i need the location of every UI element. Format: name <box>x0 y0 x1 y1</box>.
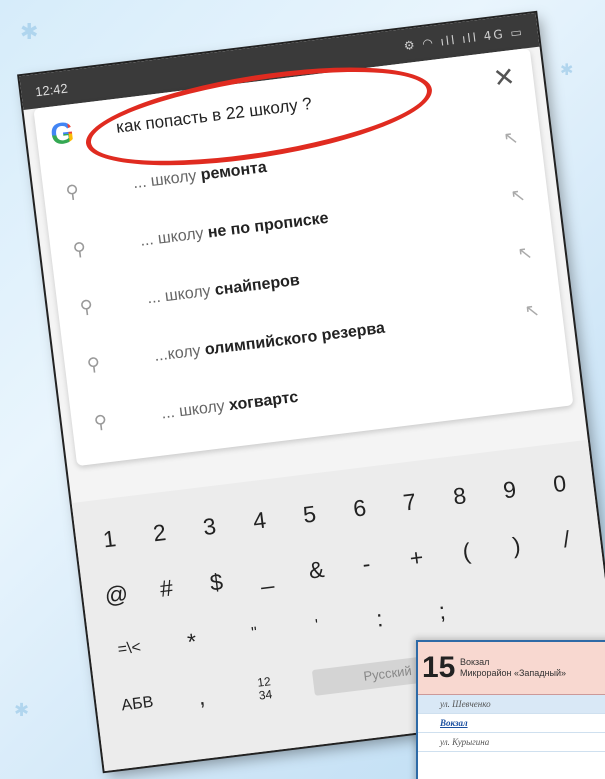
key-slash[interactable]: / <box>550 524 583 554</box>
key-underscore[interactable]: _ <box>250 561 283 591</box>
suggestion-text: ... школу ремонта <box>132 158 268 193</box>
key-asterisk[interactable]: * <box>175 626 208 656</box>
key-close-paren[interactable]: ) <box>500 530 533 560</box>
key-ampersand[interactable]: & <box>300 555 333 585</box>
suggestion-text: ... школу снайперов <box>146 271 301 308</box>
route-number: 15 <box>422 651 456 684</box>
key-comma[interactable]: , <box>185 681 218 711</box>
google-logo-icon: G <box>49 115 89 153</box>
key-6[interactable]: 6 <box>343 493 376 523</box>
status-time: 12:42 <box>34 80 69 99</box>
key-semicolon[interactable]: ; <box>426 596 459 626</box>
search-icon: ⚲ <box>78 295 95 319</box>
search-icon: ⚲ <box>92 410 109 434</box>
key-4[interactable]: 4 <box>243 505 276 535</box>
key-spacer <box>490 601 520 605</box>
key-plus[interactable]: + <box>400 542 433 572</box>
key-9[interactable]: 9 <box>493 474 526 504</box>
key-2[interactable]: 2 <box>143 517 176 547</box>
key-7[interactable]: 7 <box>393 487 426 517</box>
snowflake-icon: ✱ <box>560 60 574 79</box>
numpad-bottom: 34 <box>258 687 274 703</box>
route-endpoint-a: Вокзал <box>460 657 490 667</box>
route-endpoints: Вокзал Микрорайон «Западный» <box>460 657 566 679</box>
search-icon: ⚲ <box>85 353 102 376</box>
suggestion-text: ... школу не по прописке <box>139 209 330 250</box>
status-icons: ⚙ ◠ ıll ıll 4G ▭ <box>403 24 525 54</box>
key-0[interactable]: 0 <box>543 468 576 498</box>
stop-item: ул. Шевченко <box>418 695 605 714</box>
fill-query-arrow-icon[interactable]: ↖ <box>516 242 534 265</box>
search-icon: ⚲ <box>71 238 88 261</box>
close-icon[interactable]: ✕ <box>492 62 517 94</box>
stop-list: ул. Шевченко Вокзал ул. Курыгина <box>418 695 605 752</box>
stop-item: ул. Курыгина <box>418 733 605 752</box>
route-header: 15 Вокзал Микрорайон «Западный» <box>418 642 605 695</box>
snowflake-icon: ✱ <box>20 20 39 45</box>
route-endpoint-b: Микрорайон «Западный» <box>460 668 567 678</box>
key-hash[interactable]: # <box>150 573 183 603</box>
key-letters-toggle[interactable]: АБВ <box>121 694 155 716</box>
key-more-symbols[interactable]: =\< <box>113 638 145 660</box>
key-at[interactable]: @ <box>100 579 133 609</box>
key-spacer <box>552 594 582 598</box>
snowflake-icon: ✱ <box>14 700 30 721</box>
search-icon: ⚲ <box>64 180 81 203</box>
fill-query-arrow-icon[interactable]: ↖ <box>502 126 520 149</box>
fill-query-arrow-icon[interactable]: ↖ <box>509 184 527 207</box>
search-suggestions-card: G как попасть в 22 школу ? ✕ ⚲ ... школу… <box>33 47 574 467</box>
key-minus[interactable]: - <box>350 548 383 578</box>
suggestion-list: ⚲ ... школу ремонта ↖ ⚲ ... школу не по … <box>40 105 572 454</box>
suggestion-text: ... школу хогвартс <box>160 388 300 423</box>
search-query-text[interactable]: как попасть в 22 школу ? <box>115 94 313 138</box>
key-open-paren[interactable]: ( <box>450 536 483 566</box>
key-single-quote[interactable]: ' <box>301 615 333 637</box>
key-1[interactable]: 1 <box>93 524 126 554</box>
key-double-quote[interactable]: " <box>238 623 270 645</box>
key-5[interactable]: 5 <box>293 499 326 529</box>
fill-query-arrow-icon[interactable]: ↖ <box>523 299 541 322</box>
key-colon[interactable]: : <box>363 603 396 633</box>
key-dollar[interactable]: $ <box>200 567 233 597</box>
suggestion-text: ...колу олимпийского резерва <box>153 319 386 365</box>
bus-schedule-inset: 15 Вокзал Микрорайон «Западный» ул. Шевч… <box>416 640 605 779</box>
stop-item-link[interactable]: Вокзал <box>418 714 605 733</box>
key-8[interactable]: 8 <box>443 481 476 511</box>
key-numpad-toggle[interactable]: 12 34 <box>248 674 281 703</box>
key-3[interactable]: 3 <box>193 511 226 541</box>
